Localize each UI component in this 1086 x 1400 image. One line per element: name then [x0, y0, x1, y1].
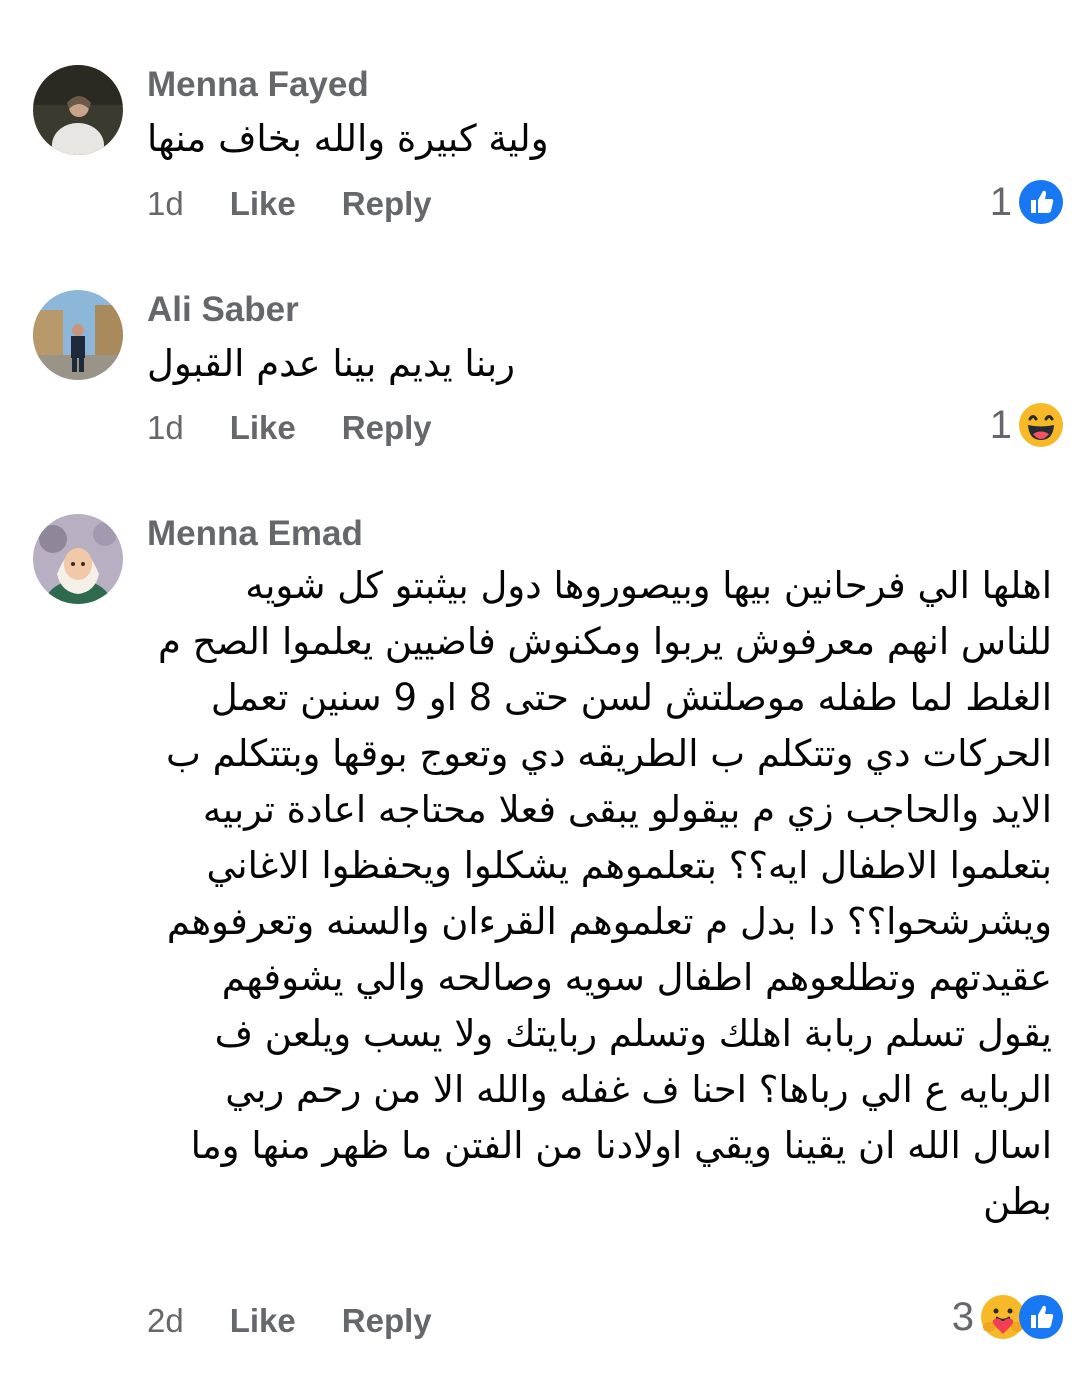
like-button[interactable]: Like — [230, 182, 296, 226]
reply-button[interactable]: Reply — [342, 406, 432, 450]
like-button[interactable]: Like — [230, 1299, 296, 1343]
haha-icon — [1018, 402, 1064, 448]
reactions-summary[interactable]: 3 — [952, 1292, 1064, 1342]
comment-timestamp[interactable]: 1d — [147, 182, 184, 226]
like-button[interactable]: Like — [230, 406, 296, 450]
avatar[interactable] — [33, 290, 123, 380]
avatar[interactable] — [33, 65, 123, 155]
like-icon — [1018, 1294, 1064, 1340]
reply-button[interactable]: Reply — [342, 1299, 432, 1343]
reaction-count: 1 — [989, 403, 1012, 447]
comment-author[interactable]: Menna Fayed — [147, 65, 369, 105]
reaction-count: 1 — [989, 180, 1012, 224]
comment-timestamp[interactable]: 2d — [147, 1299, 184, 1343]
reply-button[interactable]: Reply — [342, 182, 432, 226]
comment-text: ربنا يديم بينا عدم القبول — [147, 342, 516, 385]
reaction-count: 3 — [951, 1295, 974, 1339]
avatar[interactable] — [33, 514, 123, 604]
like-icon — [1018, 179, 1064, 225]
comment-author[interactable]: Ali Saber — [147, 290, 299, 330]
comment-text: ولية كبيرة والله بخاف منها — [147, 117, 549, 160]
comment-author[interactable]: Menna Emad — [147, 514, 363, 554]
reactions-summary[interactable]: 1 — [990, 177, 1064, 227]
comment-text: اهلها الي فرحانين بيها وبيصوروها دول بيث… — [158, 564, 1052, 1223]
reactions-summary[interactable]: 1 — [990, 400, 1064, 450]
comment-timestamp[interactable]: 1d — [147, 406, 184, 450]
